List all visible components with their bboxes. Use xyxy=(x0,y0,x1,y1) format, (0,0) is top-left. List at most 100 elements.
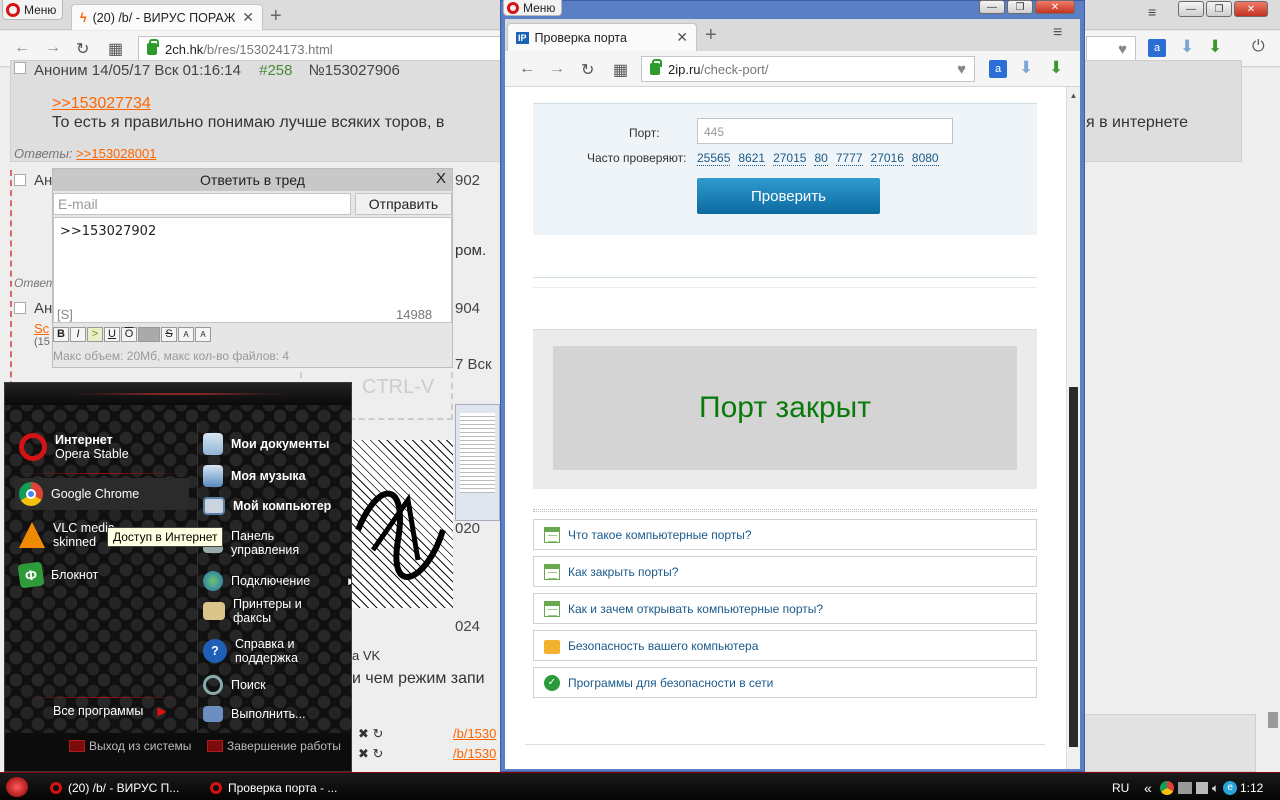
port-link[interactable]: 8080 xyxy=(911,151,939,166)
overline-button[interactable]: O xyxy=(121,327,137,342)
my-computer[interactable]: Мой компьютер xyxy=(203,497,331,515)
speed-dial-icon[interactable]: ▦ xyxy=(613,60,628,80)
hide-icon[interactable]: ✖ xyxy=(358,726,369,741)
pinned-opera[interactable]: Интернет Opera Stable xyxy=(19,433,129,461)
tray-e-icon[interactable]: e xyxy=(1223,781,1238,795)
info-link-open-ports[interactable]: Как и зачем открывать компьютерные порты… xyxy=(533,593,1037,624)
post-number[interactable]: #258 xyxy=(259,62,292,79)
translate-icon[interactable]: a xyxy=(1148,39,1166,57)
connect-to[interactable]: Подключение ▶ xyxy=(203,571,351,591)
start-button[interactable] xyxy=(6,777,28,797)
new-tab-icon[interactable]: + xyxy=(270,5,282,28)
port-link[interactable]: 80 xyxy=(814,151,828,166)
bookmark-heart-icon[interactable]: ♥ xyxy=(957,61,966,78)
sage-label[interactable]: [S] xyxy=(57,307,73,322)
send-button[interactable]: Отправить xyxy=(355,193,452,215)
power-icon[interactable]: ⏻ xyxy=(1252,38,1265,56)
logoff-button[interactable]: Выход из системы xyxy=(69,739,191,753)
port-link[interactable]: 27015 xyxy=(773,151,807,166)
new-tab-icon[interactable]: + xyxy=(705,24,717,47)
taskbar-item-2ch[interactable]: (20) /b/ - ВИРУС П... xyxy=(50,777,179,799)
back-icon[interactable]: ← xyxy=(519,60,535,78)
attachment-link-fragment[interactable]: Sc xyxy=(34,321,49,336)
port-link[interactable]: 27016 xyxy=(870,151,904,166)
hide-icon[interactable]: ✖ xyxy=(358,746,369,761)
port-link[interactable]: 25565 xyxy=(697,151,731,166)
forward-icon[interactable]: → xyxy=(45,39,61,57)
reload-icon[interactable]: ↻ xyxy=(76,39,89,59)
language-indicator[interactable]: RU xyxy=(1112,777,1129,799)
close-window-button[interactable]: ✕ xyxy=(1234,1,1268,17)
fg-address-bar[interactable]: 2ip.ru/check-port/ ♥ xyxy=(641,56,975,82)
tab-menu-icon[interactable]: ≡ xyxy=(1053,24,1062,42)
spoiler-button[interactable] xyxy=(138,327,160,342)
info-link-programs[interactable]: ✓ Программы для безопасности в сети xyxy=(533,667,1037,698)
reply-form-header[interactable]: Ответить в тред X xyxy=(53,169,452,191)
italic-button[interactable]: I xyxy=(70,327,86,342)
my-music[interactable]: Моя музыка xyxy=(203,465,306,487)
pinned-vlc[interactable]: VLC media skinned xyxy=(19,521,115,549)
post-id[interactable]: №153027906 xyxy=(309,62,400,79)
close-tab-icon[interactable]: ✕ xyxy=(242,9,254,26)
chrome-icon[interactable] xyxy=(1160,781,1174,795)
pinned-notepad[interactable]: Ф Блокнот xyxy=(17,561,98,589)
strike-button[interactable]: S xyxy=(161,327,177,342)
fg-menu-button[interactable]: Меню xyxy=(503,0,563,16)
bg-scroll-thumb[interactable] xyxy=(1268,712,1278,728)
close-window-button[interactable]: ✕ xyxy=(1035,0,1075,14)
port-input[interactable]: 445 xyxy=(697,118,953,144)
translate-icon[interactable]: a xyxy=(989,60,1007,78)
taskbar-item-2ip[interactable]: Проверка порта - ... xyxy=(210,777,337,799)
minimize-button[interactable]: — xyxy=(1178,1,1204,17)
volume-icon[interactable]: 🔈︎ xyxy=(1212,781,1219,796)
underline-button[interactable]: U xyxy=(104,327,120,342)
refresh-icon[interactable]: ↻ xyxy=(373,746,384,761)
reply-link[interactable]: >>153027734 xyxy=(52,95,151,113)
all-programs[interactable]: Все программы ▶ xyxy=(53,704,167,718)
refresh-icon[interactable]: ↻ xyxy=(373,726,384,741)
run[interactable]: Выполнить... xyxy=(203,706,306,722)
message-textarea[interactable]: >>153027902 xyxy=(53,217,452,323)
superscript-button[interactable]: A xyxy=(178,327,194,342)
reply-form-close[interactable]: X xyxy=(436,170,446,187)
page-scrollbar[interactable]: ▲ xyxy=(1066,87,1080,769)
port-link[interactable]: 8621 xyxy=(738,151,766,166)
device-icon[interactable] xyxy=(1196,782,1208,794)
bold-button[interactable]: B xyxy=(53,327,69,342)
port-link[interactable]: 7777 xyxy=(835,151,863,166)
savefrom-icon[interactable]: ⬇ xyxy=(1208,37,1222,57)
post-checkbox[interactable] xyxy=(14,62,26,74)
bg-address-bar-end[interactable]: ♥ xyxy=(1086,36,1136,62)
clock[interactable]: 1:12 xyxy=(1240,777,1263,799)
thumbnail-screenshot[interactable] xyxy=(455,404,500,521)
search[interactable]: Поиск xyxy=(203,675,266,695)
back-icon[interactable]: ← xyxy=(14,39,30,57)
info-link-security[interactable]: Безопасность вашего компьютера xyxy=(533,630,1037,661)
printers-and-faxes[interactable]: Принтеры и факсы xyxy=(203,597,313,625)
help-and-support[interactable]: ? Справка и поддержка xyxy=(203,637,315,665)
answers-link[interactable]: >>153028001 xyxy=(76,146,156,161)
bg-tab-2ch[interactable]: ϟ (20) /b/ - ВИРУС ПОРАЖ ✕ xyxy=(71,4,263,30)
post-checkbox-2[interactable] xyxy=(14,174,26,186)
reload-icon[interactable]: ↻ xyxy=(581,60,594,80)
download-icon[interactable]: ⬇ xyxy=(1019,58,1033,78)
network-icon[interactable] xyxy=(1178,782,1192,794)
scroll-thumb[interactable] xyxy=(1069,387,1078,747)
subscript-button[interactable]: A xyxy=(195,327,211,342)
download-icon[interactable]: ⬇ xyxy=(1180,37,1194,57)
check-button[interactable]: Проверить xyxy=(697,178,880,214)
quote-button[interactable]: > xyxy=(87,327,103,342)
info-link-ports[interactable]: Что такое компьютерные порты? xyxy=(533,519,1037,550)
bg-address-bar[interactable]: 2ch.hk/b/res/153024173.html xyxy=(138,36,508,62)
post-checkbox-3[interactable] xyxy=(14,302,26,314)
my-documents[interactable]: Мои документы xyxy=(203,433,329,455)
forward-icon[interactable]: → xyxy=(549,60,565,78)
close-tab-icon[interactable]: ✕ xyxy=(676,29,688,46)
scroll-up-icon[interactable]: ▲ xyxy=(1069,91,1078,100)
stash-icon[interactable]: ≡ xyxy=(1148,4,1156,20)
thread-link[interactable]: /b/1530 xyxy=(453,746,496,761)
tray-expand[interactable]: « xyxy=(1144,777,1152,799)
speed-dial-icon[interactable]: ▦ xyxy=(108,39,123,59)
bg-menu-button[interactable]: Меню xyxy=(2,0,64,20)
pinned-chrome[interactable]: Google Chrome xyxy=(19,482,139,506)
